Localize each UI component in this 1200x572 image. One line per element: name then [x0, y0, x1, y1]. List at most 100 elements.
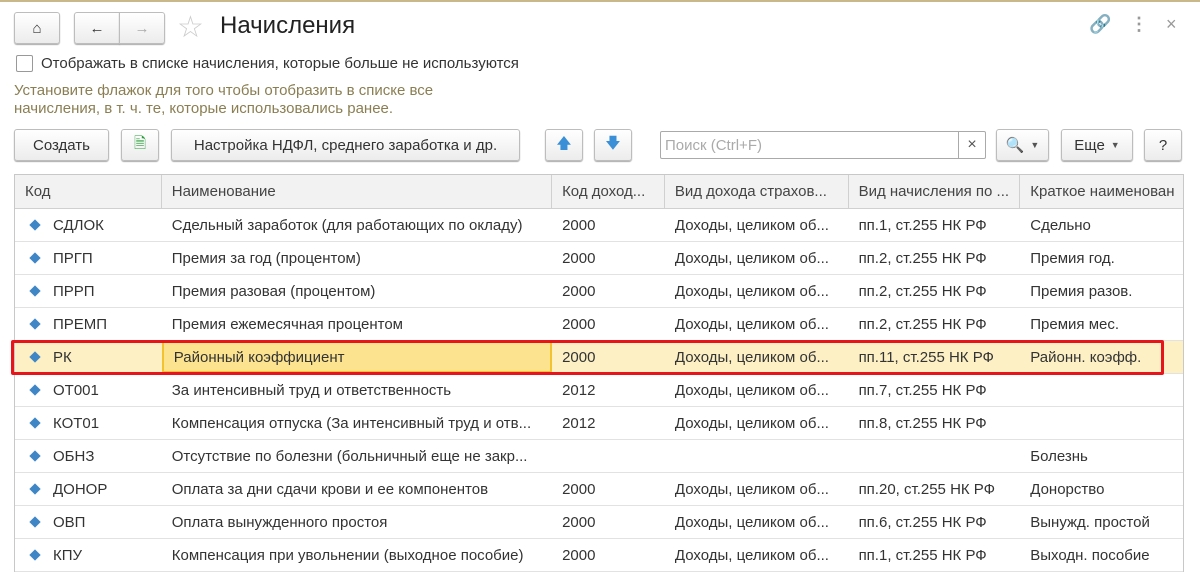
table-row[interactable]: ПРРП Премия разовая (процентом) 2000 Доходы…: [15, 275, 1183, 308]
table-row[interactable]: КПУ Компенсация при увольнении (выходное …: [15, 539, 1183, 572]
close-icon[interactable]: ×: [1166, 14, 1177, 35]
chevron-down-icon: ▼: [1030, 140, 1040, 150]
cell-text: ПРЕМП: [53, 315, 108, 333]
more-button[interactable]: Еще ▼: [1061, 129, 1133, 161]
table-row[interactable]: ОВП Оплата вынужденного простоя 2000 Доходы…: [15, 506, 1183, 539]
table-cell: Доходы, целиком об...: [665, 539, 849, 571]
cell-text: пп.1, ст.255 НК РФ: [858, 546, 987, 564]
table-row[interactable]: ПРГП Премия за год (процентом) 2000 Доходы,…: [15, 242, 1183, 275]
table-cell: 2012: [552, 374, 665, 406]
table-row[interactable]: ПРЕМП Премия ежемесячная процентом 2000 Дох…: [15, 308, 1183, 341]
table-cell: Оплата за дни сдачи крови и ее компонент…: [162, 473, 552, 505]
search-placeholder: Поиск (Ctrl+F): [665, 137, 762, 154]
cell-text: Сдельный заработок (для работающих по ок…: [171, 216, 523, 234]
table-cell: Сдельно: [1020, 209, 1183, 241]
help-button[interactable]: ?: [1144, 129, 1182, 161]
table-cell: Болезнь: [1020, 440, 1183, 472]
search-menu-button[interactable]: 🔍 ▼: [996, 129, 1049, 161]
cell-text: Компенсация при увольнении (выходное пос…: [171, 546, 524, 564]
column-header[interactable]: Код: [15, 175, 162, 208]
table-header: Код Наименование Код доход... Вид дохода…: [15, 175, 1183, 209]
link-icon[interactable]: 🔗: [1089, 14, 1111, 35]
cell-text: 2000: [562, 480, 596, 498]
move-down-button[interactable]: 🡇: [594, 129, 632, 161]
table-row[interactable]: ОТ001 За интенсивный труд и ответственнос…: [15, 374, 1183, 407]
column-header[interactable]: Вид начисления по ...: [849, 175, 1021, 208]
table-cell: 2000: [552, 275, 665, 307]
table-row[interactable]: СДЛОК Сдельный заработок (для работающих …: [15, 209, 1183, 242]
cell-text: Премия за год (процентом): [171, 249, 361, 267]
cell-text: пп.2, ст.255 НК РФ: [858, 315, 987, 333]
forward-button[interactable]: →: [119, 12, 165, 44]
item-diamond-icon: [29, 450, 41, 462]
table-cell: [1020, 374, 1183, 406]
move-up-button[interactable]: 🡅: [545, 129, 583, 161]
clear-search-icon[interactable]: ×: [958, 132, 985, 158]
cell-text: Доходы, целиком об...: [674, 546, 829, 564]
table-cell: ОТ001: [15, 374, 162, 406]
arrow-down-icon: 🡇: [605, 134, 621, 152]
cell-text: пп.1, ст.255 НК РФ: [858, 216, 987, 234]
cell-text: 2012: [562, 381, 596, 399]
cell-text: Доходы, целиком об...: [674, 282, 829, 300]
back-button[interactable]: ←: [74, 12, 120, 44]
table-row[interactable]: КОТ01 Компенсация отпуска (За интенсивный…: [15, 407, 1183, 440]
more-vert-icon[interactable]: ⋮: [1130, 14, 1148, 35]
cell-text: ОВП: [53, 513, 86, 531]
cell-text: ОБНЗ: [53, 447, 95, 465]
cell-text: ПРРП: [53, 282, 95, 300]
item-diamond-icon: [29, 549, 41, 561]
create-button[interactable]: Создать: [14, 129, 109, 161]
cell-text: пп.2, ст.255 НК РФ: [858, 282, 987, 300]
table-cell: ДОНОР: [15, 473, 162, 505]
table-cell: ОБНЗ: [15, 440, 162, 472]
cell-text: ДОНОР: [53, 480, 108, 498]
cell-text: Доходы, целиком об...: [674, 381, 829, 399]
settings-button[interactable]: Настройка НДФЛ, среднего заработка и др.: [171, 129, 520, 161]
table-cell: 2000: [552, 308, 665, 340]
cell-text: КПУ: [53, 546, 83, 564]
table-cell: Донорство: [1020, 473, 1183, 505]
column-header[interactable]: Краткое наименован: [1020, 175, 1183, 208]
table-cell: Доходы, целиком об...: [665, 407, 849, 439]
cell-text: 2000: [562, 513, 596, 531]
create-copy-button[interactable]: 🗎: [121, 129, 159, 161]
cell-text: пп.2, ст.255 НК РФ: [858, 249, 987, 267]
item-diamond-icon: [29, 219, 41, 231]
column-header[interactable]: Наименование: [162, 175, 553, 208]
table-row[interactable]: ДОНОР Оплата за дни сдачи крови и ее комп…: [15, 473, 1183, 506]
cell-text: Оплата вынужденного простоя: [171, 513, 388, 531]
cell-text: Донорство: [1030, 480, 1105, 498]
cell-text: Доходы, целиком об...: [674, 216, 829, 234]
column-header[interactable]: Вид дохода страхов...: [665, 175, 849, 208]
table-row[interactable]: ОБНЗ Отсутствие по болезни (больничный ещ…: [15, 440, 1183, 473]
home-button[interactable]: ⌂: [14, 12, 60, 44]
cell-text: 2000: [562, 216, 596, 234]
table-cell: Вынужд. простой: [1020, 506, 1183, 538]
favorite-star-icon[interactable]: ☆: [177, 10, 204, 45]
cell-text: СДЛОК: [53, 216, 104, 234]
item-diamond-icon: [29, 516, 41, 528]
table-cell: 2000: [552, 539, 665, 571]
column-header[interactable]: Код доход...: [552, 175, 665, 208]
cell-text: Оплата за дни сдачи крови и ее компонент…: [171, 480, 489, 498]
cell-text: Премия разовая (процентом): [171, 282, 376, 300]
cell-text: 2012: [562, 414, 596, 432]
table-cell: Доходы, целиком об...: [665, 242, 849, 274]
table-cell: Сдельный заработок (для работающих по ок…: [162, 209, 552, 241]
item-diamond-icon: [29, 252, 41, 264]
more-label: Еще: [1074, 136, 1105, 154]
cell-text: 2000: [562, 546, 596, 564]
table-cell: Премия ежемесячная процентом: [162, 308, 552, 340]
arrow-right-icon: →: [134, 19, 150, 37]
table-cell: 2000: [552, 473, 665, 505]
table-cell: За интенсивный труд и ответственность: [162, 374, 552, 406]
show-unused-checkbox[interactable]: [16, 55, 33, 72]
cell-text: 2000: [562, 249, 596, 267]
table-cell: ОВП: [15, 506, 162, 538]
cell-text: пп.8, ст.255 НК РФ: [858, 414, 987, 432]
table-cell: пп.6, ст.255 НК РФ: [849, 506, 1021, 538]
table-cell: Оплата вынужденного простоя: [162, 506, 552, 538]
search-input[interactable]: Поиск (Ctrl+F) ×: [660, 131, 986, 159]
cell-text: ПРГП: [53, 249, 93, 267]
